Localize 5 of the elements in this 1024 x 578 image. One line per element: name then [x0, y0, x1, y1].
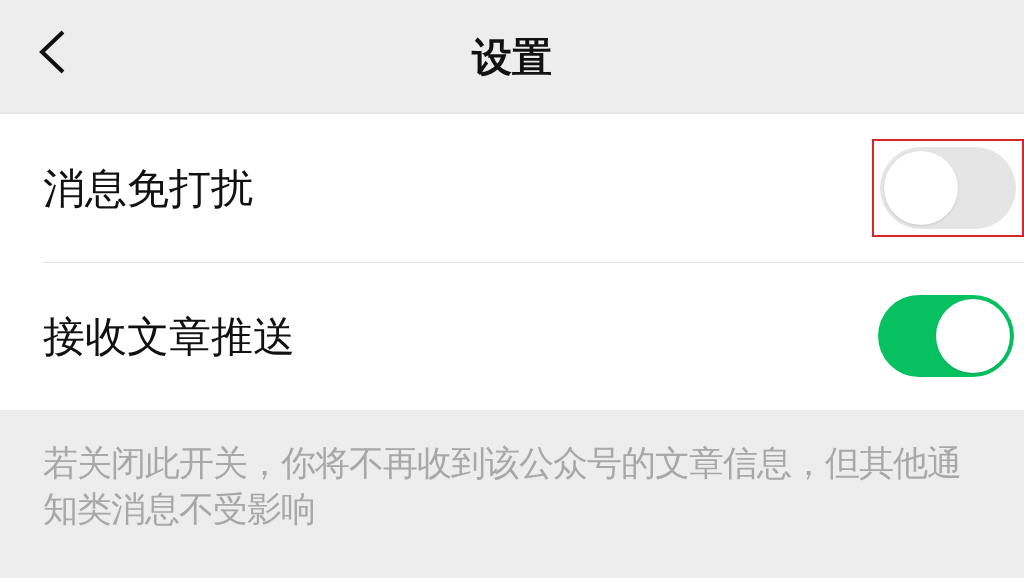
setting-label: 接收文章推送: [43, 311, 295, 362]
setting-label: 消息免打扰: [43, 163, 253, 214]
footer-note: 若关闭此开关，你将不再收到该公众号的文章信息，但其他通知类消息不受影响: [43, 442, 962, 530]
page-title: 设置: [472, 33, 552, 81]
back-icon[interactable]: [38, 30, 66, 74]
